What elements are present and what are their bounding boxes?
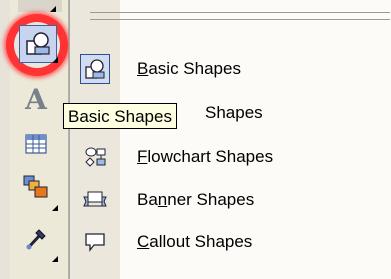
menu-item-banner-shapes[interactable]: Banner Shapes — [70, 180, 391, 220]
flyout-indicator-icon — [50, 6, 56, 12]
banner-shapes-icon — [80, 185, 110, 215]
interactive-blend-tool-icon — [23, 175, 48, 198]
basic-shapes-icon — [80, 54, 110, 84]
flowchart-shapes-icon — [80, 142, 110, 172]
table-tool-icon — [25, 134, 47, 154]
tooltip: Basic Shapes — [63, 103, 177, 129]
toolbox: A — [0, 0, 76, 279]
eyedropper-tool[interactable] — [16, 222, 56, 256]
menu-item-callout-shapes[interactable]: Callout Shapes — [70, 222, 391, 262]
basic-shapes-tool-icon — [22, 28, 54, 60]
menu-item-basic-shapes[interactable]: Basic Shapes — [70, 49, 391, 89]
shapes-flyout-menu: Basic Shapes Shapes Flowchart Shapes Ban… — [69, 0, 391, 279]
menu-item-label: Banner Shapes — [137, 190, 255, 209]
blend-tool[interactable] — [16, 170, 56, 204]
menu-item-label: Callout Shapes — [137, 232, 253, 251]
menu-item-label: Flowchart Shapes — [137, 147, 274, 166]
text-tool-icon: A — [25, 82, 47, 116]
text-tool[interactable]: A — [16, 82, 56, 116]
menu-item-label: Shapes — [205, 103, 263, 122]
menu-item-label: Basic Shapes — [137, 59, 241, 78]
flyout-indicator-icon — [52, 256, 58, 262]
flyout-indicator-icon — [52, 205, 58, 211]
flyout-indicator-icon — [52, 57, 58, 63]
menu-grip[interactable] — [90, 12, 390, 20]
eyedropper-tool-icon — [26, 229, 46, 250]
callout-shapes-icon — [80, 227, 110, 257]
table-tool[interactable] — [16, 127, 56, 161]
menu-item-flowchart-shapes[interactable]: Flowchart Shapes — [70, 137, 391, 177]
